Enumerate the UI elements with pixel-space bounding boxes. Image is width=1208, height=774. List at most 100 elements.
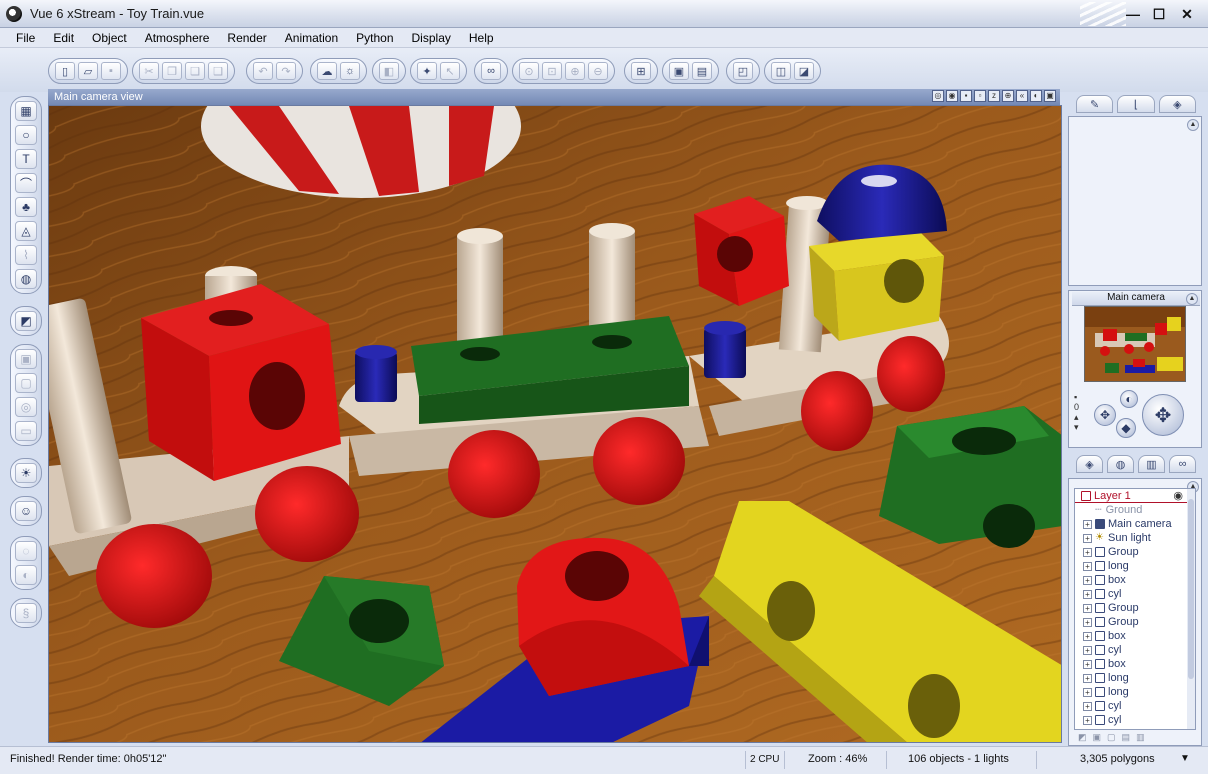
terrain-tools-icon[interactable]: ▦ — [15, 101, 37, 121]
tab-objects-icon[interactable]: ◈ — [1158, 95, 1196, 113]
ungroup-icon[interactable]: ▢ — [15, 373, 37, 393]
menu-animation[interactable]: Animation — [276, 31, 347, 45]
expand-icon[interactable]: + — [1083, 673, 1092, 683]
viewport-render-icon[interactable]: ▫ — [974, 90, 986, 102]
expand-icon[interactable]: + — [1083, 533, 1092, 543]
menu-atmosphere[interactable]: Atmosphere — [136, 31, 219, 45]
pointer-icon[interactable]: ↖ — [440, 62, 460, 80]
menu-help[interactable]: Help — [460, 31, 503, 45]
camera-move-icon[interactable]: ✥ — [1094, 404, 1116, 426]
sphere-icon[interactable]: ○ — [15, 125, 37, 145]
tree-layer[interactable]: Layer 1 ◉ — [1075, 489, 1195, 503]
menu-python[interactable]: Python — [347, 31, 402, 45]
eye-icon[interactable]: ◉ — [1173, 489, 1183, 503]
expand-icon[interactable]: + — [1083, 603, 1092, 613]
render-area-icon[interactable]: ▣ — [669, 62, 689, 80]
expand-icon[interactable]: + — [1083, 589, 1092, 599]
render-animation-icon[interactable]: ◪ — [794, 62, 814, 80]
minimize-button[interactable]: — — [1122, 4, 1144, 24]
menu-edit[interactable]: Edit — [44, 31, 83, 45]
menu-file[interactable]: File — [0, 31, 44, 45]
render-icon[interactable]: ▤ — [692, 62, 712, 80]
expand-icon[interactable]: + — [1083, 631, 1092, 641]
viewport-camera-icon[interactable]: ◉ — [946, 90, 958, 102]
collapse-icon[interactable]: ▲ — [1187, 119, 1199, 131]
link-icon[interactable]: ∞ — [481, 62, 501, 80]
new-file-icon[interactable]: ▯ — [55, 62, 75, 80]
tree-item[interactable]: + long — [1075, 685, 1195, 699]
menu-render[interactable]: Render — [218, 31, 275, 45]
expand-icon[interactable]: + — [1083, 519, 1092, 529]
tree-item[interactable]: + long — [1075, 559, 1195, 573]
tree-scrollbar[interactable] — [1187, 489, 1195, 729]
close-button[interactable]: ✕ — [1176, 4, 1198, 24]
expand-icon[interactable]: + — [1083, 645, 1092, 655]
viewport-zoom-icon[interactable]: z — [988, 90, 1000, 102]
expand-icon[interactable]: + — [1083, 547, 1092, 557]
tree-item[interactable]: + Main camera — [1075, 517, 1195, 531]
viewport-maximize-icon[interactable]: ▣ — [1044, 90, 1056, 102]
tree-item[interactable]: + long — [1075, 671, 1195, 685]
camera-pan-icon[interactable]: ◐ — [1120, 390, 1138, 408]
tree-item[interactable]: + Group — [1075, 615, 1195, 629]
copy-icon[interactable]: ❐ — [162, 62, 182, 80]
redo-icon[interactable]: ↷ — [276, 62, 296, 80]
hide-layer-icon[interactable]: ▢ — [1107, 732, 1116, 746]
magic-wand-icon[interactable]: ✦ — [417, 62, 437, 80]
tree-item[interactable]: + ☀ Sun light — [1075, 531, 1195, 545]
animation-icon[interactable]: ◫ — [771, 62, 791, 80]
app-icon[interactable] — [6, 5, 22, 22]
atmosphere-editor-icon[interactable]: ☁ — [317, 62, 337, 80]
four-views-icon[interactable]: ⊞ — [631, 62, 651, 80]
text-icon[interactable]: T — [15, 149, 37, 169]
expand-icon[interactable]: + — [1083, 575, 1092, 585]
cut-icon[interactable]: ✂ — [139, 62, 159, 80]
tree-item[interactable]: + cyl — [1075, 713, 1195, 727]
tree-item[interactable]: + Group — [1075, 545, 1195, 559]
drop-icon[interactable]: ▭ — [15, 421, 37, 441]
plant-icon[interactable]: ⌇ — [15, 245, 37, 265]
zoom-out-icon[interactable]: ⊖ — [588, 62, 608, 80]
terrain-icon[interactable]: ⌒ — [15, 173, 37, 193]
expand-icon[interactable]: + — [1083, 561, 1092, 571]
tree-item[interactable]: + cyl — [1075, 643, 1195, 657]
expand-icon[interactable]: + — [1083, 715, 1092, 725]
tree-item[interactable]: ┄ Ground — [1075, 503, 1195, 517]
tree-item[interactable]: + cyl — [1075, 587, 1195, 601]
viewport-display-icon[interactable]: ▪ — [960, 90, 972, 102]
zoom-in-icon[interactable]: ⊕ — [565, 62, 585, 80]
camera-switch-icon[interactable]: ◌ — [15, 541, 37, 561]
undo-icon[interactable]: ↶ — [253, 62, 273, 80]
viewport-speed-icon[interactable]: « — [1016, 90, 1028, 102]
tab-brush-icon[interactable]: ✎ — [1076, 95, 1114, 113]
tab-boot-icon[interactable]: ⌊ — [1117, 95, 1155, 113]
menu-display[interactable]: Display — [403, 31, 460, 45]
camera-orbit-icon[interactable]: ✥ — [1142, 394, 1184, 436]
light-bulb-icon[interactable]: ☀ — [15, 463, 37, 483]
rock-icon[interactable]: ◬ — [15, 221, 37, 241]
camera-preview[interactable] — [1084, 306, 1186, 382]
expand-icon[interactable]: + — [1083, 687, 1092, 697]
metablob-icon[interactable]: ◎ — [15, 397, 37, 417]
status-dropdown-icon[interactable]: ▼ — [1180, 753, 1190, 764]
boolean-icon[interactable]: ◍ — [15, 269, 37, 289]
expand-icon[interactable]: + — [1083, 701, 1092, 711]
zoom-icon[interactable]: ⊙ — [519, 62, 539, 80]
tab-links-icon[interactable]: ∞ — [1169, 455, 1196, 473]
viewport-fit-icon[interactable]: ⊕ — [1002, 90, 1014, 102]
tree-scroll-thumb[interactable] — [1188, 499, 1194, 679]
main-camera-view[interactable] — [48, 105, 1062, 743]
tab-materials-icon[interactable]: ◍ — [1107, 455, 1134, 473]
open-file-icon[interactable]: ▱ — [78, 62, 98, 80]
duplicate-icon[interactable]: ❑ — [208, 62, 228, 80]
import-object-icon[interactable]: ◩ — [15, 311, 37, 331]
camera-icon[interactable]: ◰ — [733, 62, 753, 80]
tree-item[interactable]: + cyl — [1075, 699, 1195, 713]
character-icon[interactable]: ☺ — [15, 501, 37, 521]
expand-icon[interactable]: + — [1083, 617, 1092, 627]
material-icon[interactable]: ◧ — [379, 62, 399, 80]
viewport-half-icon[interactable]: ◐ — [1030, 90, 1042, 102]
render-layer-icon[interactable]: ▥ — [1136, 732, 1145, 746]
camera-collapse-icon[interactable]: ▲ — [1186, 293, 1198, 305]
tree-item[interactable]: + box — [1075, 573, 1195, 587]
